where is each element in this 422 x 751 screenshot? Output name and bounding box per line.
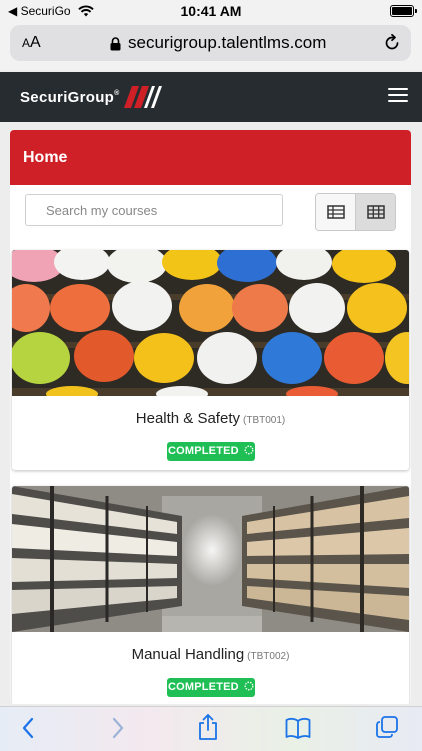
progress-circle-icon <box>244 445 254 455</box>
text-size-button[interactable]: AA <box>22 34 41 52</box>
reload-icon[interactable] <box>383 33 401 57</box>
url-text: securigroup.talentlms.com <box>128 33 327 52</box>
clock: 10:41 AM <box>180 3 242 19</box>
tabs-icon[interactable] <box>375 715 399 744</box>
share-icon[interactable] <box>197 713 219 746</box>
view-toggle <box>315 193 396 231</box>
home-panel: Home Search my courses Health & Safety (… <box>10 130 411 704</box>
course-name: Manual Handling <box>131 646 245 663</box>
safari-address-area: AA securigroup.talentlms.com <box>0 22 422 70</box>
list-view-icon <box>326 205 345 219</box>
grid-view-button[interactable] <box>355 194 395 230</box>
course-title[interactable]: Manual Handling (TBT002) <box>12 646 409 663</box>
hamburger-menu-icon[interactable] <box>388 88 408 104</box>
course-code: (TBT001) <box>243 415 286 426</box>
course-card[interactable]: Health & Safety (TBT001) COMPLETED <box>12 250 409 470</box>
forward-chevron-icon[interactable] <box>110 716 126 745</box>
completed-badge: COMPLETED <box>167 678 255 697</box>
status-text: COMPLETED <box>167 445 239 457</box>
book-icon[interactable] <box>285 717 311 744</box>
course-title[interactable]: Health & Safety (TBT001) <box>12 410 409 427</box>
panel-header: Home <box>10 130 411 185</box>
back-chevron-icon[interactable] <box>20 716 36 745</box>
list-view-button[interactable] <box>316 194 355 230</box>
lock-icon <box>110 37 121 56</box>
status-bar: ◀ SecuriGo 10:41 AM <box>0 0 422 22</box>
status-text: COMPLETED <box>167 681 239 693</box>
securigroup-logo[interactable]: SecuriGroup ® <box>20 86 168 108</box>
address-bar[interactable]: AA securigroup.talentlms.com <box>10 25 411 61</box>
battery-icon <box>390 5 417 17</box>
course-name: Health & Safety <box>135 410 240 427</box>
course-code: (TBT002) <box>247 651 290 662</box>
search-field[interactable] <box>25 194 283 226</box>
course-image-warehouse[interactable] <box>12 486 409 632</box>
safari-toolbar <box>0 706 422 751</box>
logo-stripes-icon <box>123 86 162 108</box>
search-input[interactable] <box>26 195 282 225</box>
progress-circle-icon <box>244 681 254 691</box>
grid-view-icon <box>366 205 385 219</box>
completed-badge: COMPLETED <box>167 442 255 461</box>
course-card[interactable]: Manual Handling (TBT002) COMPLETED <box>12 486 409 704</box>
course-image-hard-hats[interactable] <box>12 250 409 396</box>
app-header: SecuriGroup ® <box>0 72 422 122</box>
registered-mark: ® <box>114 89 120 97</box>
page-title: Home <box>23 149 68 166</box>
brand-name: SecuriGroup <box>20 88 115 106</box>
